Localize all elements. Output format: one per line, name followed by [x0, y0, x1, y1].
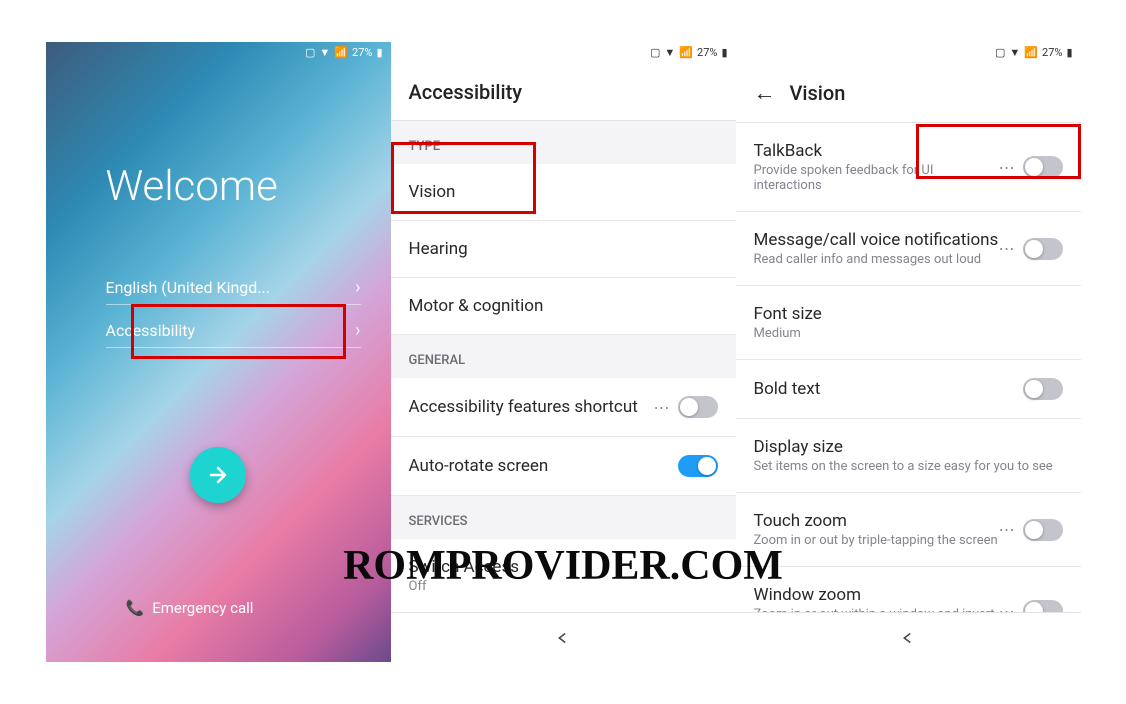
vision-screen: ▢ ▼ 📶 27% ▮ ← Vision TalkBack Provide sp… [736, 42, 1081, 662]
bold-toggle[interactable] [1023, 378, 1063, 400]
emergency-call[interactable]: 📞 Emergency call [126, 599, 254, 617]
welcome-screen: ▢ ▼ 📶 27% ▮ Welcome English (United King… [46, 42, 391, 662]
battery-text: 27% [352, 46, 372, 59]
msgcall-toggle[interactable] [1023, 238, 1063, 260]
motor-item[interactable]: Motor & cognition [391, 278, 736, 335]
phone-icon: 📞 [126, 599, 145, 617]
screenshots-container: ▢ ▼ 📶 27% ▮ Welcome English (United King… [46, 42, 1081, 662]
chevron-right-icon: › [355, 320, 360, 341]
wifi-icon: ▼ [664, 46, 675, 59]
wifi-icon: ▼ [1009, 46, 1020, 59]
more-icon[interactable]: ⋯ [999, 520, 1015, 539]
page-header: ← Vision [736, 64, 1081, 123]
shortcut-item[interactable]: Accessibility features shortcut ⋯ [391, 378, 736, 437]
status-bar: ▢ ▼ 📶 27% ▮ [305, 46, 382, 59]
nav-bar [391, 612, 736, 662]
nfc-icon: ▢ [995, 46, 1005, 59]
nav-bar [736, 612, 1081, 662]
language-selector[interactable]: English (United Kingd... › [106, 277, 361, 305]
emergency-label: Emergency call [152, 599, 253, 617]
highlight-talkback-toggle [916, 124, 1081, 179]
nav-back-icon[interactable] [899, 629, 917, 647]
status-bar: ▢ ▼ 📶 27% ▮ [650, 46, 727, 59]
arrow-right-icon [206, 463, 230, 487]
language-label: English (United Kingd... [106, 278, 270, 297]
page-title: Accessibility [391, 64, 736, 121]
battery-icon: ▮ [1066, 46, 1072, 59]
more-icon[interactable]: ⋯ [999, 239, 1015, 258]
section-general: GENERAL [391, 335, 736, 378]
back-arrow-icon[interactable]: ← [754, 80, 776, 106]
chevron-right-icon: › [355, 277, 360, 298]
highlight-vision [391, 142, 536, 214]
battery-icon: ▮ [376, 46, 382, 59]
watermark: ROMPROVIDER.COM [343, 542, 783, 590]
msgcall-item[interactable]: Message/call voice notifications Read ca… [736, 212, 1081, 286]
bold-item[interactable]: Bold text [736, 360, 1081, 419]
autorotate-toggle[interactable] [678, 455, 718, 477]
fontsize-item[interactable]: Font size Medium [736, 286, 1081, 360]
touchzoom-toggle[interactable] [1023, 519, 1063, 541]
status-bar: ▢ ▼ 📶 27% ▮ [995, 46, 1072, 59]
welcome-title: Welcome [106, 162, 278, 211]
touchzoom-item[interactable]: Touch zoom Zoom in or out by triple-tapp… [736, 493, 1081, 567]
nfc-icon: ▢ [305, 46, 315, 59]
signal-icon: 📶 [334, 46, 348, 59]
battery-icon: ▮ [721, 46, 727, 59]
displaysize-item[interactable]: Display size Set items on the screen to … [736, 419, 1081, 493]
signal-icon: 📶 [1024, 46, 1038, 59]
autorotate-item[interactable]: Auto-rotate screen [391, 437, 736, 496]
nav-back-icon[interactable] [554, 629, 572, 647]
page-title: Vision [790, 81, 846, 105]
next-button[interactable] [190, 447, 246, 503]
more-icon[interactable]: ⋯ [654, 398, 670, 417]
battery-text: 27% [1042, 46, 1062, 59]
signal-icon: 📶 [679, 46, 693, 59]
highlight-accessibility [131, 304, 346, 359]
battery-text: 27% [697, 46, 717, 59]
hearing-item[interactable]: Hearing [391, 221, 736, 278]
wifi-icon: ▼ [319, 46, 330, 59]
shortcut-toggle[interactable] [678, 396, 718, 418]
section-services: SERVICES [391, 496, 736, 539]
nfc-icon: ▢ [650, 46, 660, 59]
